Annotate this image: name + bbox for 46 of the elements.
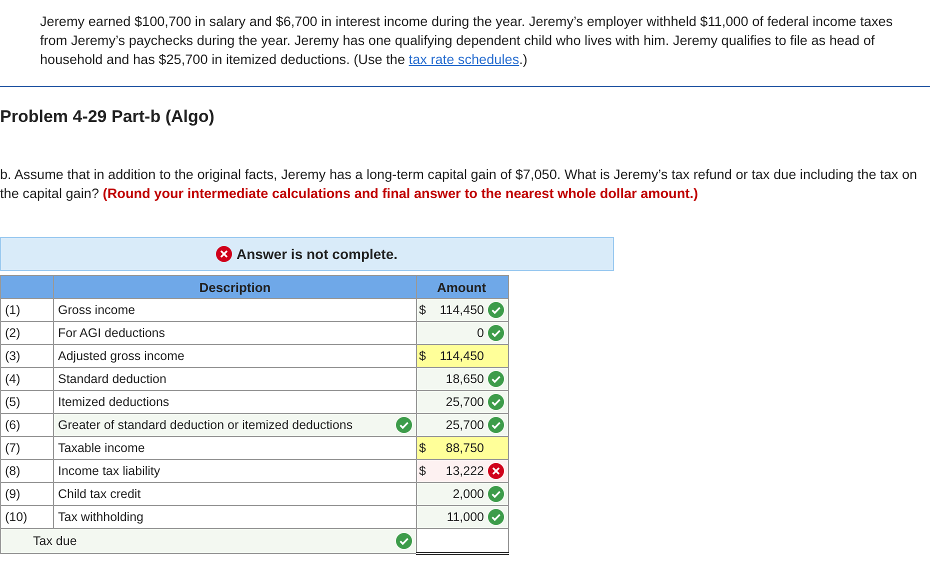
problem-title: Problem 4-29 Part-b (Algo) [0,107,216,127]
amount-field[interactable]: $ 88,750 [416,436,508,460]
description-cell: Greater of standard deduction or itemized deductions [54,414,416,436]
checkmark-icon [396,417,412,433]
header-cell [0,276,54,298]
problem-statement: Jeremy earned $100,700 in salary and $6,700 in interest income during the year. Jeremy’s employer withheld $11,000 of federal income taxes from Jeremy’s paychecks during the year. Jeremy has one qualifying dependent child who lives with him. Jeremy qualifies to file as head of household and has $25,700 in itemized deductions. (Use the tax rate schedules.) [40,13,894,69]
description-cell: Income tax liability [54,460,416,482]
row-number: (8) [0,460,54,482]
checkmark-icon [488,417,504,433]
total-label-cell: Tax due [0,528,416,554]
description-cell: Child tax credit [54,482,416,506]
checkmark-icon [488,509,504,525]
row-number: (7) [0,436,54,460]
amount-field[interactable]: $ 13,222 [416,460,508,482]
amount-field[interactable]: 11,000 [416,506,508,528]
question-text: b. Assume that in addition to the original facts, Jeremy has a long-term capital gain of $7,050. What is Jeremy’s tax refund or tax due including the tax on the capital gain? (Round your intermediate calculations and final answer to the nearest whole dollar amount.) [0,166,918,203]
description-cell: Gross income [54,298,416,322]
header-cell: Description [54,276,416,298]
amount-field[interactable]: 25,700 [416,390,508,414]
amount-field[interactable]: $ 114,450 [416,298,508,322]
checkmark-icon [488,325,504,341]
checkmark-icon [396,533,412,549]
row-number: (5) [0,390,54,414]
row-number: (9) [0,482,54,506]
description-cell: Standard deduction [54,368,416,390]
amount-field[interactable]: 0 [416,322,508,344]
header-cell: Amount [416,276,508,298]
x-mark-icon [488,463,504,479]
amount-field[interactable]: $ 114,450 [416,344,508,368]
description-cell: Taxable income [54,436,416,460]
amount-field[interactable]: 18,650 [416,368,508,390]
amount-field[interactable]: 2,000 [416,482,508,506]
banner-text: Answer is not complete. [236,246,398,262]
description-cell: Adjusted gross income [54,344,416,368]
total-amount-field[interactable] [416,528,508,554]
amount-field[interactable]: 25,700 [416,414,508,436]
row-number: (2) [0,322,54,344]
row-number: (3) [0,344,54,368]
tax-rate-schedules-link[interactable]: tax rate schedules [408,52,520,67]
row-number: (1) [0,298,54,322]
checkmark-icon [488,394,504,410]
row-number: (4) [0,368,54,390]
checkmark-icon [488,302,504,318]
description-cell: For AGI deductions [54,322,416,344]
checkmark-icon [488,371,504,387]
checkmark-icon [488,486,504,502]
